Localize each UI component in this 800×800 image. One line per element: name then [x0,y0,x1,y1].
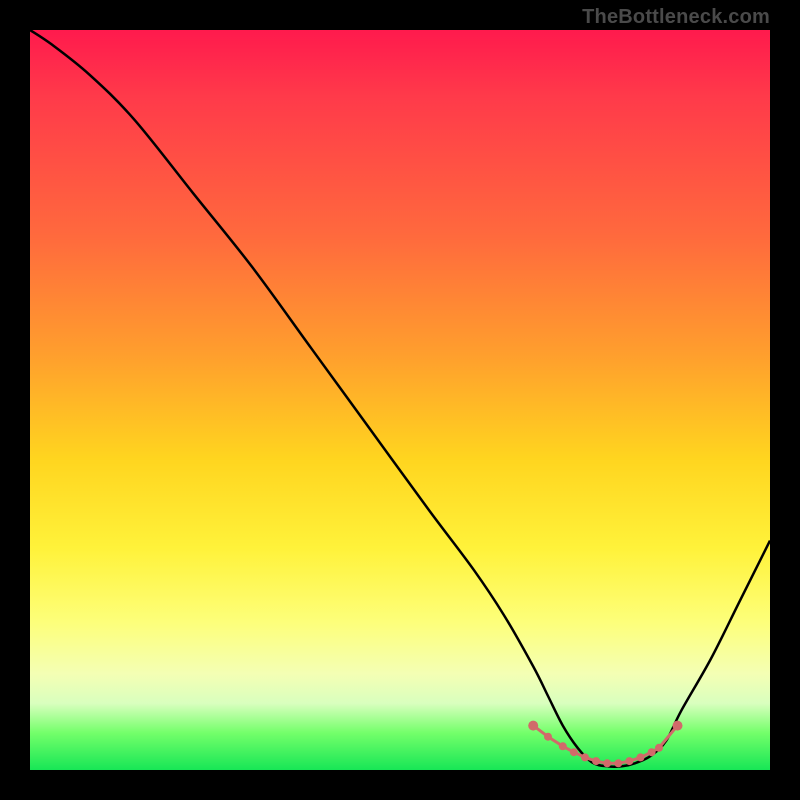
watermark: TheBottleneck.com [582,6,770,29]
chart-background-gradient [30,30,770,770]
chart-frame [30,30,770,770]
chart-plot-area [30,30,770,770]
